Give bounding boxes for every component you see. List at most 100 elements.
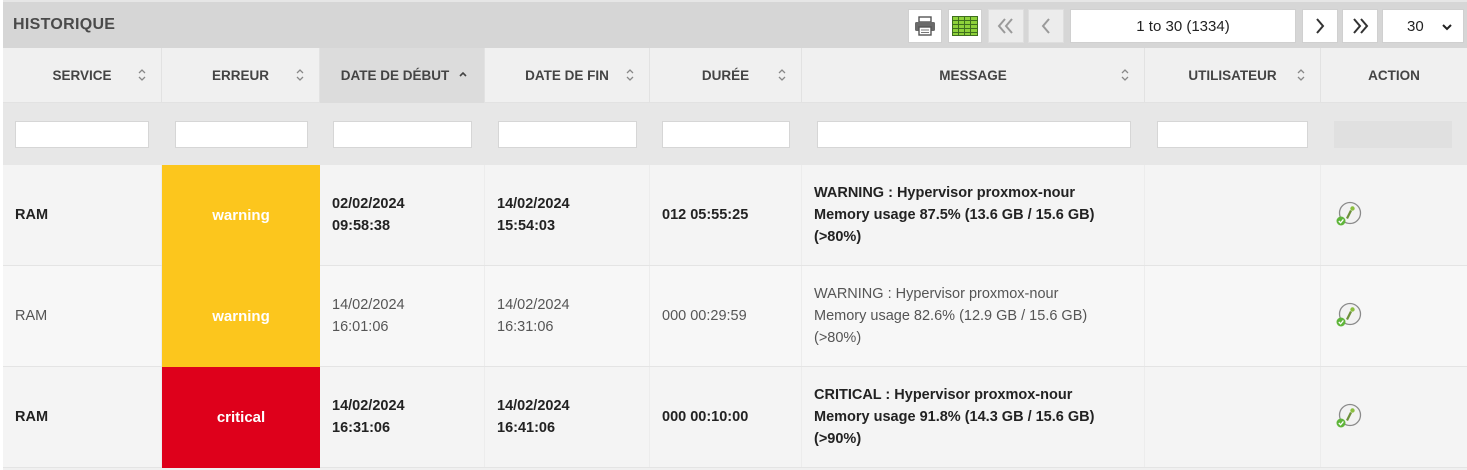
start-date-text: 02/02/2024 bbox=[332, 196, 405, 212]
message-line: (>80%) bbox=[814, 229, 862, 245]
acknowledge-icon[interactable] bbox=[1335, 201, 1363, 227]
print-button[interactable] bbox=[908, 9, 942, 43]
filter-input-start-date[interactable] bbox=[333, 121, 472, 148]
message-line: (>80%) bbox=[814, 330, 862, 346]
table-row[interactable]: RAM warning 14/02/2024 16:01:06 14/02/202… bbox=[3, 266, 1467, 367]
status-text: critical bbox=[216, 409, 266, 426]
status-text: warning bbox=[212, 308, 270, 325]
column-label: ACTION bbox=[1368, 68, 1420, 83]
sort-icon bbox=[1297, 69, 1305, 81]
message-line: WARNING : Hypervisor proxmox-nour bbox=[814, 185, 1076, 201]
table-row[interactable]: RAM critical 14/02/2024 16:31:06 14/02/20… bbox=[3, 367, 1467, 468]
sort-icon bbox=[296, 69, 304, 81]
sort-icon bbox=[138, 69, 146, 81]
cell-message: WARNING : Hypervisor proxmox-nour Memory … bbox=[802, 165, 1145, 265]
start-date-text: 14/02/2024 bbox=[332, 297, 405, 313]
grid-columns-icon bbox=[952, 16, 978, 36]
double-chevron-left-icon bbox=[997, 18, 1013, 34]
sort-ascending-icon bbox=[459, 71, 467, 77]
filter-row bbox=[3, 103, 1467, 165]
filter-input-user[interactable] bbox=[1157, 121, 1308, 148]
column-label: MESSAGE bbox=[939, 68, 1007, 83]
history-panel: HISTORIQUE 1 to 30 (1334) 30 SERVICE ERR… bbox=[3, 0, 1467, 470]
end-date-text: 14/02/2024 bbox=[497, 196, 570, 212]
chevron-left-icon bbox=[1041, 18, 1050, 34]
column-label: DATE DE FIN bbox=[525, 68, 609, 83]
toolbar: HISTORIQUE 1 to 30 (1334) 30 bbox=[3, 0, 1467, 48]
column-header-duration[interactable]: DURÉE bbox=[650, 48, 802, 103]
cell-end-date: 14/02/2024 16:31:06 bbox=[485, 266, 650, 366]
cell-user bbox=[1145, 165, 1321, 265]
status-text: warning bbox=[212, 207, 270, 224]
sort-icon bbox=[626, 69, 634, 81]
message-line: Memory usage 91.8% (14.3 GB / 15.6 GB) bbox=[814, 409, 1095, 425]
page-size-select[interactable]: 30 bbox=[1382, 9, 1464, 43]
cell-duration: 000 00:10:00 bbox=[650, 367, 802, 467]
column-header-start-date[interactable]: DATE DE DÉBUT bbox=[320, 48, 485, 103]
cell-duration: 012 05:55:25 bbox=[650, 165, 802, 265]
table-header-row: SERVICE ERREUR DATE DE DÉBUT DATE DE FIN… bbox=[3, 48, 1467, 103]
column-label: ERREUR bbox=[211, 68, 269, 83]
columns-button[interactable] bbox=[948, 9, 982, 43]
end-time-text: 15:54:03 bbox=[497, 218, 556, 234]
start-time-text: 16:01:06 bbox=[332, 319, 389, 335]
cell-service: RAM bbox=[3, 266, 162, 366]
column-header-message[interactable]: MESSAGE bbox=[802, 48, 1145, 103]
page-range-display: 1 to 30 (1334) bbox=[1070, 9, 1296, 43]
start-time-text: 16:31:06 bbox=[332, 420, 391, 436]
column-label: SERVICE bbox=[52, 68, 112, 83]
double-chevron-right-icon bbox=[1353, 18, 1369, 34]
acknowledge-icon[interactable] bbox=[1335, 403, 1363, 429]
column-header-service[interactable]: SERVICE bbox=[3, 48, 162, 103]
cell-end-date: 14/02/2024 15:54:03 bbox=[485, 165, 650, 265]
cell-action bbox=[1321, 367, 1467, 467]
cell-service: RAM bbox=[3, 367, 162, 467]
filter-input-error[interactable] bbox=[175, 121, 308, 148]
column-header-user[interactable]: UTILISATEUR bbox=[1145, 48, 1321, 103]
duration-text: 012 05:55:25 bbox=[662, 207, 749, 223]
service-text: RAM bbox=[15, 409, 49, 425]
duration-text: 000 00:10:00 bbox=[662, 409, 749, 425]
filter-input-message[interactable] bbox=[817, 121, 1131, 148]
message-line: Memory usage 82.6% (12.9 GB / 15.6 GB) bbox=[814, 308, 1088, 324]
status-badge-critical: critical bbox=[162, 367, 320, 468]
cell-user bbox=[1145, 367, 1321, 467]
acknowledge-icon[interactable] bbox=[1335, 302, 1363, 328]
column-header-action: ACTION bbox=[1321, 48, 1467, 103]
first-page-button[interactable] bbox=[988, 9, 1024, 43]
table-row[interactable]: RAM warning 02/02/2024 09:58:38 14/02/202… bbox=[3, 165, 1467, 266]
end-time-text: 16:41:06 bbox=[497, 420, 556, 436]
previous-page-button[interactable] bbox=[1028, 9, 1064, 43]
chevron-right-icon bbox=[1316, 18, 1325, 34]
chevron-down-icon bbox=[1442, 24, 1452, 31]
column-header-error[interactable]: ERREUR bbox=[162, 48, 320, 103]
filter-input-duration[interactable] bbox=[662, 121, 790, 148]
cell-message: CRITICAL : Hypervisor proxmox-nour Memory… bbox=[802, 367, 1145, 467]
message-line: (>90%) bbox=[814, 431, 862, 447]
sort-icon bbox=[778, 69, 786, 81]
cell-service: RAM bbox=[3, 165, 162, 265]
cell-end-date: 14/02/2024 16:41:06 bbox=[485, 367, 650, 467]
cell-action bbox=[1321, 266, 1467, 366]
next-page-button[interactable] bbox=[1302, 9, 1338, 43]
cell-start-date: 14/02/2024 16:31:06 bbox=[320, 367, 485, 467]
message-line: Memory usage 87.5% (13.6 GB / 15.6 GB) bbox=[814, 207, 1095, 223]
service-text: RAM bbox=[15, 308, 48, 324]
start-time-text: 09:58:38 bbox=[332, 218, 391, 234]
filter-input-end-date[interactable] bbox=[498, 121, 637, 148]
end-date-text: 14/02/2024 bbox=[497, 297, 570, 313]
cell-action bbox=[1321, 165, 1467, 265]
column-header-end-date[interactable]: DATE DE FIN bbox=[485, 48, 650, 103]
sort-icon bbox=[1121, 69, 1129, 81]
service-text: RAM bbox=[15, 207, 49, 223]
column-label: DATE DE DÉBUT bbox=[340, 68, 450, 83]
status-badge-warning: warning bbox=[162, 165, 320, 266]
filter-input-service[interactable] bbox=[15, 121, 149, 148]
panel-title: HISTORIQUE bbox=[13, 16, 116, 33]
last-page-button[interactable] bbox=[1342, 9, 1378, 43]
cell-message: WARNING : Hypervisor proxmox-nour Memory … bbox=[802, 266, 1145, 366]
filter-input-action bbox=[1334, 121, 1452, 148]
cell-duration: 000 00:29:59 bbox=[650, 266, 802, 366]
end-time-text: 16:31:06 bbox=[497, 319, 554, 335]
column-label: UTILISATEUR bbox=[1188, 68, 1277, 83]
